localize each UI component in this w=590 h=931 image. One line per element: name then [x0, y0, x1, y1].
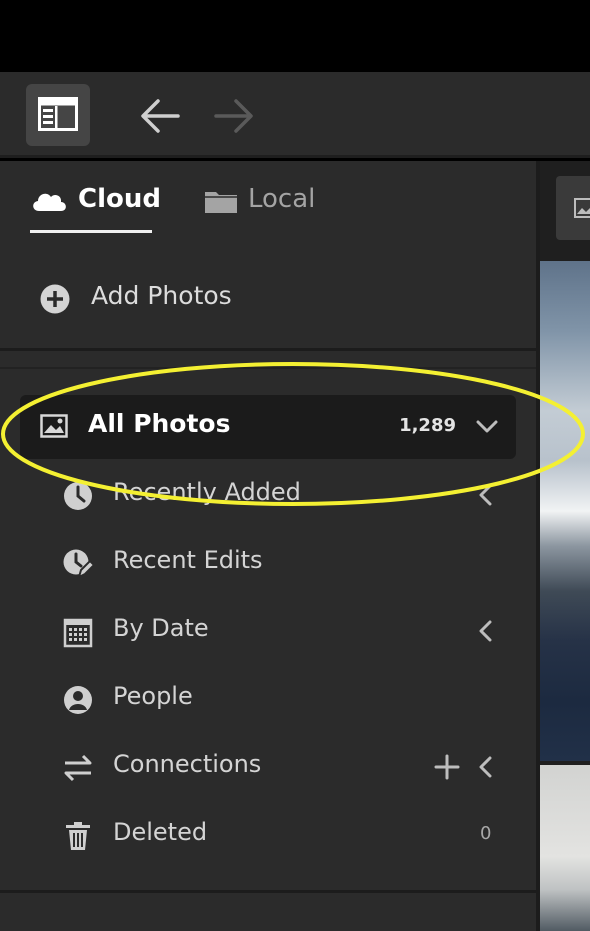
add-photos-button[interactable]: Add Photos [0, 261, 536, 337]
source-tabs: Cloud Local [0, 161, 536, 247]
clock-icon [62, 480, 94, 512]
top-toolbar [0, 72, 590, 158]
nav-item-label: Deleted [113, 818, 208, 846]
add-photos-label: Add Photos [91, 281, 232, 310]
chevron-left-icon[interactable] [478, 756, 492, 782]
photo-thumbnail[interactable] [540, 765, 590, 931]
nav-item-recent-edits[interactable]: Recent Edits [0, 532, 536, 592]
folder-icon [204, 188, 238, 218]
nav-item-connections[interactable]: Connections [0, 736, 536, 796]
divider [0, 348, 536, 351]
panel-toggle-button[interactable] [26, 84, 90, 146]
image-icon [40, 414, 68, 442]
photo-grid [540, 161, 590, 931]
deleted-count: 0 [480, 823, 492, 844]
nav-item-deleted[interactable]: Deleted 0 [0, 804, 536, 864]
image-icon [574, 198, 590, 218]
status-bar [0, 0, 590, 72]
person-icon [62, 684, 94, 716]
add-connection-icon[interactable] [434, 754, 460, 784]
forward-button[interactable] [212, 96, 256, 136]
swap-icon [62, 752, 94, 784]
tab-local-label: Local [248, 184, 316, 214]
clock-edit-icon [62, 548, 96, 580]
all-photos-item[interactable]: All Photos 1,289 [20, 395, 516, 459]
plus-circle-icon [40, 284, 70, 318]
arrow-left-icon [141, 99, 180, 133]
photo-count: 1,289 [399, 415, 456, 436]
divider [0, 890, 536, 893]
nav-item-label: Connections [113, 750, 262, 778]
panel-toggle-icon [38, 97, 78, 131]
nav-item-label: By Date [113, 614, 209, 642]
nav-item-label: People [113, 682, 193, 710]
nav-item-people[interactable]: People [0, 668, 536, 728]
nav-item-label: Recently Added [113, 478, 301, 506]
tab-cloud[interactable]: Cloud [30, 181, 161, 233]
chevron-down-icon[interactable] [476, 419, 498, 438]
sidebar: Cloud Local Add Photos All Photos 1,289 … [0, 161, 536, 931]
tab-local[interactable]: Local [204, 181, 334, 233]
all-photos-label: All Photos [88, 409, 231, 438]
calendar-icon [62, 616, 94, 648]
back-button[interactable] [138, 96, 182, 136]
chevron-left-icon[interactable] [478, 484, 492, 510]
trash-icon [62, 820, 94, 852]
nav-item-recently-added[interactable]: Recently Added [0, 464, 536, 524]
nav-item-label: Recent Edits [113, 546, 263, 574]
tab-cloud-label: Cloud [78, 184, 161, 214]
cloud-icon [30, 188, 68, 216]
photo-thumbnail[interactable] [540, 261, 590, 761]
grid-view-button[interactable] [556, 176, 590, 240]
divider [0, 367, 536, 369]
arrow-right-icon [214, 99, 253, 133]
chevron-left-icon[interactable] [478, 620, 492, 646]
nav-item-by-date[interactable]: By Date [0, 600, 536, 660]
